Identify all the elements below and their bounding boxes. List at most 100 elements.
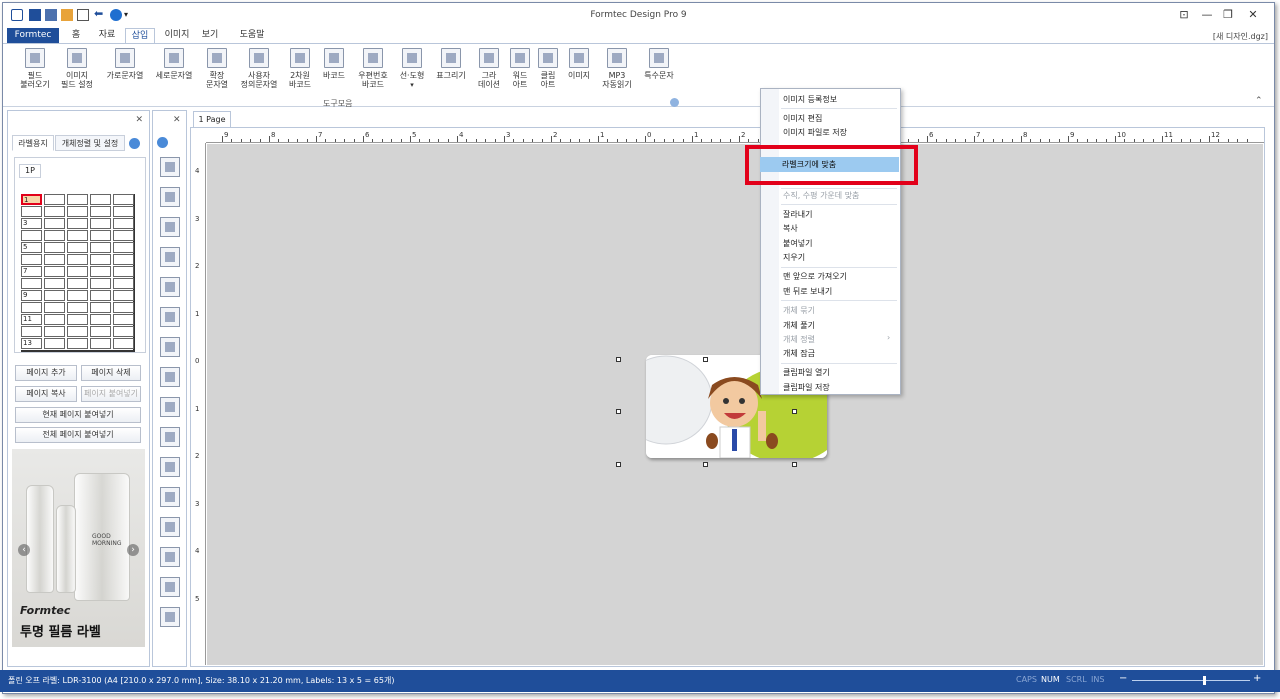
minimize-button[interactable]: — (1199, 7, 1215, 23)
postal-barcode-icon[interactable] (160, 397, 180, 417)
tab-object-arrange[interactable]: 개체정렬 및 설정 (55, 135, 125, 151)
label-cell[interactable]: 9 (21, 290, 42, 301)
menu-item-save-image-file[interactable]: 이미지 파일로 저장 (783, 127, 847, 138)
paste-page-button[interactable]: 페이지 붙여넣기 (81, 386, 141, 402)
collapse-ribbon-icon[interactable]: ⌃ (1255, 96, 1263, 106)
resize-handle[interactable] (616, 357, 621, 362)
label-cell[interactable] (67, 194, 88, 205)
label-cell[interactable] (21, 302, 42, 313)
label-cell[interactable] (90, 230, 111, 241)
resize-handle[interactable] (792, 409, 797, 414)
2d-barcode-button[interactable]: 2차원 바코드 (285, 48, 315, 98)
delete-page-button[interactable]: 페이지 삭제 (81, 365, 141, 381)
zoom-slider-track[interactable] (1132, 680, 1250, 681)
label-cell[interactable] (44, 254, 65, 265)
menu-item-image-properties[interactable]: 이미지 등록정보 (783, 94, 837, 105)
menu-item-send-to-back[interactable]: 맨 뒤로 보내기 (783, 286, 832, 297)
label-cell[interactable]: 13 (21, 338, 42, 349)
label-cell[interactable] (44, 266, 65, 277)
label-cell[interactable] (21, 230, 42, 241)
tab-help[interactable]: 도움말 (235, 28, 269, 43)
gradation-button[interactable]: 그라 데이션 (475, 48, 503, 98)
label-cell[interactable] (44, 242, 65, 253)
zoom-out-icon[interactable]: − (1119, 673, 1127, 684)
label-cell[interactable] (44, 290, 65, 301)
close-button[interactable]: ✕ (1245, 7, 1261, 23)
load-field-button[interactable]: 필드 불러오기 (17, 48, 53, 98)
menu-item-cut[interactable]: 잘라내기 (783, 209, 812, 220)
menu-item-bring-to-front[interactable]: 맨 앞으로 가져오기 (783, 271, 847, 282)
label-cell[interactable] (90, 218, 111, 229)
label-cell[interactable] (113, 254, 134, 265)
label-cell[interactable] (67, 278, 88, 289)
paste-current-page-button[interactable]: 현재 페이지 붙여넣기 (15, 407, 141, 423)
label-cell[interactable] (67, 314, 88, 325)
label-cell[interactable] (113, 290, 134, 301)
label-cell[interactable] (113, 278, 134, 289)
barcode-icon[interactable] (160, 367, 180, 387)
mp3-disc-icon[interactable] (160, 607, 180, 627)
image-field-icon[interactable] (160, 187, 180, 207)
wordart-icon[interactable] (160, 517, 180, 537)
label-cell[interactable] (90, 278, 111, 289)
label-cell[interactable] (21, 254, 42, 265)
shapes-button[interactable]: 선·도형 ▾ (397, 48, 427, 98)
label-cell[interactable] (44, 338, 65, 349)
copy-page-button[interactable]: 페이지 복사 (15, 386, 77, 402)
label-cell[interactable]: 11 (21, 314, 42, 325)
extended-text-icon[interactable] (160, 277, 180, 297)
label-cell[interactable] (21, 206, 42, 217)
label-cell[interactable] (113, 194, 134, 205)
tab-formtec[interactable]: Formtec (7, 28, 59, 43)
group-expand-icon[interactable] (670, 98, 679, 107)
label-cell[interactable] (67, 254, 88, 265)
paste-all-pages-button[interactable]: 전체 페이지 붙여넣기 (15, 427, 141, 443)
restore-button[interactable]: ❐ (1220, 7, 1236, 23)
label-cell[interactable] (90, 314, 111, 325)
banner-next-icon[interactable]: › (127, 544, 139, 556)
label-cell[interactable] (113, 314, 134, 325)
label-cell[interactable] (67, 338, 88, 349)
label-cell[interactable] (67, 302, 88, 313)
resize-handle[interactable] (703, 462, 708, 467)
label-cell[interactable] (44, 230, 65, 241)
close-panel-icon[interactable]: ✕ (135, 115, 143, 125)
label-cell[interactable]: 3 (21, 218, 42, 229)
label-cell[interactable] (44, 302, 65, 313)
ribbon-display-button[interactable]: ⊡ (1176, 7, 1192, 23)
table-icon[interactable] (160, 457, 180, 477)
banner-prev-icon[interactable]: ‹ (18, 544, 30, 556)
menu-item-ungroup[interactable]: 개체 풀기 (783, 320, 815, 331)
menu-item-delete[interactable]: 지우기 (783, 252, 805, 263)
vertical-text-button[interactable]: 세로문자열 (152, 48, 196, 98)
menu-item-copy[interactable]: 복사 (783, 223, 798, 234)
horizontal-text-button[interactable]: 가로문자열 (103, 48, 147, 98)
resize-handle[interactable] (703, 357, 708, 362)
menu-item-center-align[interactable]: 수직, 수평 가운데 맞춤 (783, 190, 859, 201)
label-cell[interactable] (113, 326, 134, 337)
label-cell[interactable] (44, 194, 65, 205)
label-cell[interactable] (90, 194, 111, 205)
label-cell[interactable] (90, 326, 111, 337)
tab-data[interactable]: 자료 (93, 28, 121, 43)
menu-item-paste[interactable]: 붙여넣기 (783, 238, 812, 249)
label-cell[interactable] (67, 290, 88, 301)
label-cell[interactable] (44, 218, 65, 229)
label-cell[interactable] (67, 242, 88, 253)
label-grid[interactable]: 1 3 5 7 9 11 13 (21, 194, 135, 352)
postal-barcode-button[interactable]: 우편번호 바코드 (353, 48, 393, 98)
close-toolbar-icon[interactable]: ✕ (173, 115, 181, 125)
label-cell[interactable] (67, 266, 88, 277)
gradation-icon[interactable] (160, 487, 180, 507)
clipart-icon[interactable] (160, 547, 180, 567)
ad-banner[interactable]: GOOD MORNING ‹ › Formtec 투명 필름 라벨 (12, 449, 145, 647)
menu-item-group[interactable]: 개체 묶기 (783, 305, 815, 316)
label-cell[interactable] (113, 230, 134, 241)
draw-table-button[interactable]: 표그리기 (433, 48, 469, 98)
label-cell[interactable] (44, 206, 65, 217)
label-cell[interactable] (90, 338, 111, 349)
page-chip[interactable]: 1P (19, 164, 41, 178)
menu-item-edit-image[interactable]: 이미지 편집 (783, 113, 822, 124)
image-button[interactable]: 이미지 (565, 48, 593, 98)
label-cell[interactable] (113, 338, 134, 349)
